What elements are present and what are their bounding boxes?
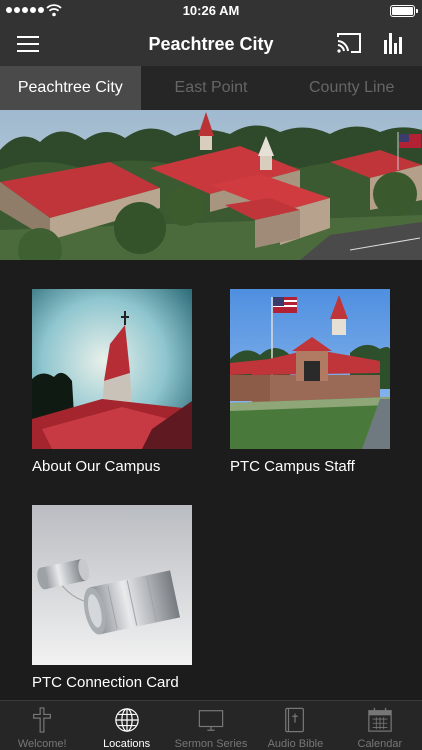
card-label: PTC Connection Card (32, 674, 179, 691)
tab-county-line[interactable]: County Line (281, 66, 422, 110)
tabbar-label: Calendar (357, 738, 403, 750)
campus-hero-image (0, 110, 422, 260)
tabbar-label: Audio Bible (267, 738, 324, 750)
bottom-tab-bar: Welcome! Locations Sermon Series Audio B… (0, 700, 422, 750)
tab-east-point[interactable]: East Point (140, 66, 282, 110)
cross-icon (33, 707, 52, 733)
status-time: 10:26 AM (182, 3, 240, 18)
card-ptc-connection-card[interactable]: PTC Connection Card (32, 505, 194, 691)
tabbar-label: Welcome! (17, 738, 67, 750)
card-about-our-campus[interactable]: About Our Campus (32, 289, 194, 475)
card-ptc-campus-staff[interactable]: PTC Campus Staff (230, 289, 392, 475)
globe-icon (114, 708, 139, 732)
audio-levels-icon[interactable] (383, 31, 405, 55)
calendar-icon (368, 707, 392, 732)
tabbar-item-audio-bible[interactable]: Audio Bible (253, 701, 337, 750)
tab-peachtree-city[interactable]: Peachtree City (0, 66, 141, 110)
cast-icon[interactable] (336, 32, 362, 54)
tin-can-phone-photo (32, 505, 192, 665)
app-screen: 10:26 AM Peachtree City Peachtree City E… (0, 0, 422, 750)
tabbar-item-sermon-series[interactable]: Sermon Series (169, 701, 253, 750)
tv-icon (198, 710, 224, 731)
church-steeple-photo (32, 289, 192, 449)
tabbar-label: Locations (103, 738, 151, 750)
card-label: About Our Campus (32, 458, 161, 475)
battery-icon (390, 5, 418, 17)
location-tabs: Peachtree City East Point County Line (0, 66, 422, 110)
tabbar-item-welcome[interactable]: Welcome! (0, 701, 84, 750)
tabbar-item-calendar[interactable]: Calendar (338, 701, 422, 750)
card-label: PTC Campus Staff (230, 458, 355, 475)
tabbar-label: Sermon Series (174, 738, 248, 750)
tabbar-item-locations[interactable]: Locations (84, 701, 168, 750)
status-bar: 10:26 AM (0, 0, 422, 22)
nav-bar: Peachtree City (0, 22, 422, 66)
church-building-flag-photo (230, 289, 390, 449)
bible-icon (285, 707, 305, 733)
